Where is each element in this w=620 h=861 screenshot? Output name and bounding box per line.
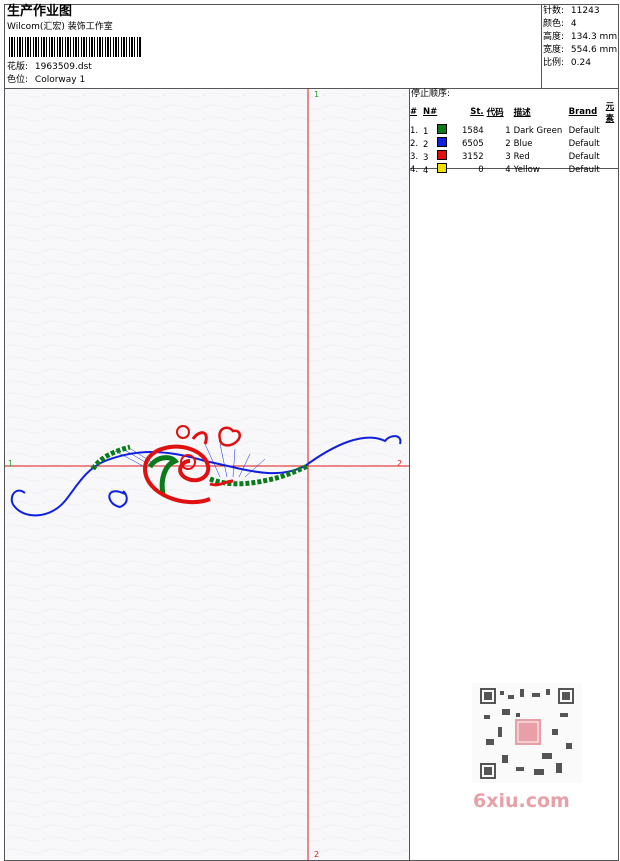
color-swatch	[437, 163, 448, 173]
seal-stamp	[515, 719, 541, 745]
barcode	[9, 37, 141, 57]
company-name: Wilcom(汇宏) 装饰工作室	[7, 22, 113, 32]
colorway-value: Colorway 1	[34, 75, 86, 85]
stop-sequence-label: 停止顺序:	[411, 89, 451, 99]
table-row: 4. 4 0 4 Yellow Default	[410, 163, 620, 176]
row-stitches: 3152	[462, 151, 484, 162]
ratio-stat: 比例: 0.24	[543, 58, 591, 68]
col-needle: N#	[423, 107, 438, 117]
qr-code-icon	[480, 688, 574, 779]
row-code: 2	[505, 138, 511, 149]
stitches-stat: 针数: 11243	[543, 6, 600, 16]
table-row: 2. 2 6505 2 Blue Default	[410, 137, 620, 150]
row-description: Blue	[513, 138, 533, 149]
row-index: 4.	[410, 164, 419, 175]
row-index: 1.	[410, 125, 419, 136]
row-stitches: 1584	[462, 125, 484, 136]
row-needle: 1	[423, 124, 462, 137]
row-needle: 4	[423, 163, 462, 176]
page-title: 生产作业图	[7, 4, 73, 19]
row-description: Red	[513, 151, 530, 162]
row-element	[606, 163, 620, 176]
row-brand: Default	[568, 138, 600, 149]
row-description: Dark Green	[513, 125, 563, 136]
row-element	[606, 124, 620, 137]
color-swatch	[437, 150, 448, 160]
color-swatch	[437, 137, 448, 147]
table-header-row: # N# St. 代码 描述 Brand 元素	[410, 100, 620, 124]
color-sequence-table: # N# St. 代码 描述 Brand 元素 1. 1 1584 1 Dark Gr…	[410, 100, 620, 176]
row-code: 3	[505, 151, 511, 162]
color-swatch	[437, 124, 448, 134]
row-brand: Default	[568, 125, 600, 136]
design-label: 花版: 1963509.dst	[7, 62, 92, 72]
row-index: 2.	[410, 138, 419, 149]
row-brand: Default	[568, 151, 600, 162]
row-element	[606, 150, 620, 163]
row-code: 1	[505, 125, 511, 136]
row-code: 4	[505, 164, 511, 175]
row-element	[606, 137, 620, 150]
qr-code	[472, 683, 582, 783]
height-stat: 高度: 134.3 mm	[543, 32, 618, 42]
row-description: Yellow	[513, 164, 540, 175]
design-value: 1963509.dst	[34, 62, 92, 72]
row-stitches: 6505	[462, 138, 484, 149]
col-description: 描述	[513, 108, 531, 118]
col-stitches: St.	[470, 107, 484, 117]
row-brand: Default	[568, 164, 600, 175]
col-brand: Brand	[568, 107, 598, 117]
row-needle: 3	[423, 150, 462, 163]
row-stitches: 0	[478, 164, 484, 175]
col-code: 代码	[486, 108, 504, 118]
col-element: 元素	[605, 102, 615, 124]
watermark-text: 6xiu.com	[473, 790, 570, 812]
row-index: 3.	[410, 151, 419, 162]
width-stat: 宽度: 554.6 mm	[543, 45, 618, 55]
row-needle: 2	[423, 137, 462, 150]
col-index: #	[410, 107, 418, 117]
table-row: 1. 1 1584 1 Dark Green Default	[410, 124, 620, 137]
table-row: 3. 3 3152 3 Red Default	[410, 150, 620, 163]
colorway-label: 色位: Colorway 1	[7, 75, 86, 85]
canvas-frame	[4, 88, 410, 861]
colors-stat: 颜色: 4	[543, 19, 577, 29]
